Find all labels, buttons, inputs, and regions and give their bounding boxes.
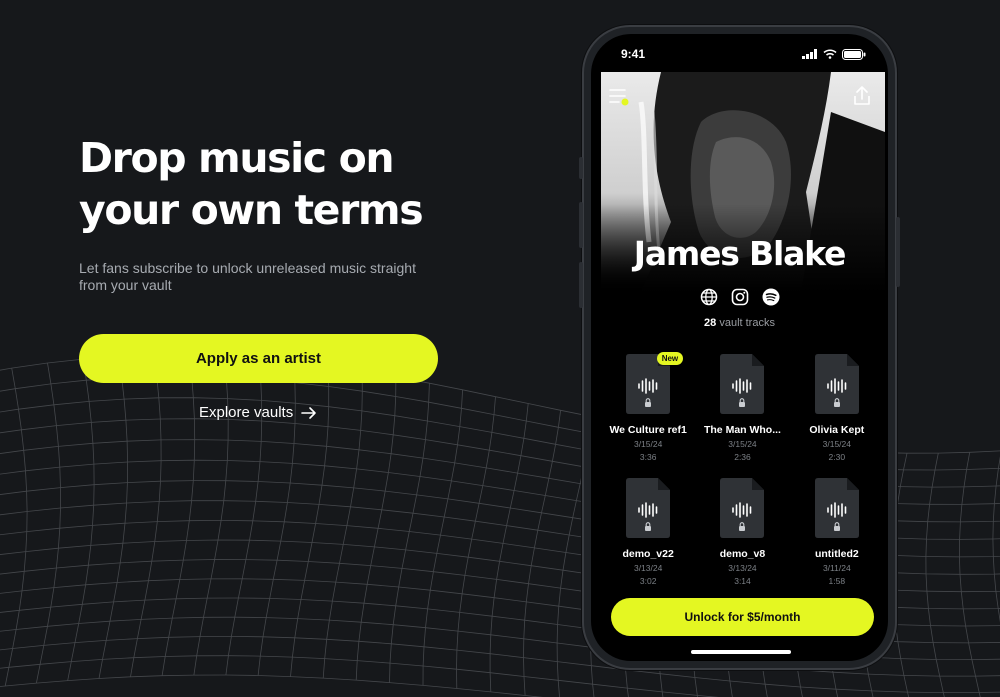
- track-item[interactable]: untitled2 3/11/24 1:58: [790, 478, 884, 586]
- locked-audio-file-icon: [814, 354, 859, 414]
- artist-name: James Blake: [633, 234, 847, 273]
- unlock-subscription-button[interactable]: Unlock for $5/month: [611, 598, 874, 636]
- track-title: Olivia Kept: [809, 424, 865, 436]
- track-date: 3/15/24: [728, 439, 757, 449]
- apply-as-artist-button[interactable]: Apply as an artist: [79, 334, 438, 383]
- globe-icon[interactable]: [700, 288, 718, 306]
- locked-audio-file-icon: New: [626, 352, 684, 414]
- phone-volume-up-button: [579, 202, 583, 248]
- explore-vaults-label: Explore vaults: [199, 404, 294, 421]
- arrow-right-icon: [301, 406, 317, 419]
- signal-icon: [802, 49, 817, 59]
- dynamic-island: [681, 44, 799, 66]
- home-indicator: [691, 650, 791, 654]
- track-item[interactable]: Olivia Kept 3/15/24 2:30: [790, 354, 884, 462]
- social-links: [591, 288, 888, 306]
- phone-power-button: [896, 217, 900, 287]
- track-title: demo_v22: [622, 548, 674, 560]
- instagram-icon[interactable]: [731, 288, 749, 306]
- phone-mockup: 9:41 James Blake 28 vault tracks New We …: [579, 25, 900, 670]
- battery-icon: [842, 48, 866, 60]
- track-duration: 1:58: [828, 576, 846, 586]
- track-title: demo_v8: [719, 548, 766, 560]
- track-date: 3/13/24: [633, 563, 663, 573]
- locked-audio-file-icon: [814, 478, 859, 538]
- track-date: 3/13/24: [728, 563, 757, 573]
- track-date: 3/11/24: [822, 563, 851, 573]
- status-time: 9:41: [621, 47, 646, 61]
- track-duration: 2:30: [828, 452, 846, 462]
- track-count-label: vault tracks: [719, 317, 775, 329]
- track-title: The Man Who...: [703, 424, 781, 436]
- hero-subtitle: Let fans subscribe to unlock unreleased …: [79, 260, 416, 293]
- phone-screen: 9:41 James Blake 28 vault tracks New We …: [591, 34, 888, 661]
- new-badge: New: [656, 352, 684, 365]
- track-title: untitled2: [814, 548, 859, 560]
- track-date: 3/15/24: [822, 439, 852, 449]
- track-item[interactable]: demo_v22 3/13/24 3:02: [601, 478, 695, 586]
- track-item[interactable]: The Man Who... 3/15/24 2:36: [695, 354, 789, 462]
- wifi-icon: [823, 49, 837, 59]
- track-date: 3/15/24: [633, 439, 663, 449]
- track-duration: 2:36: [734, 452, 751, 462]
- menu-icon[interactable]: [609, 88, 631, 106]
- locked-audio-file-icon: [720, 478, 765, 538]
- track-grid: New We Culture ref1 3/15/24 3:36 The Man Who…: [601, 352, 884, 586]
- track-duration: 3:14: [734, 576, 751, 586]
- track-duration: 3:02: [639, 576, 657, 586]
- phone-volume-down-button: [579, 262, 583, 308]
- hero-section: Drop music on your own terms Let fans su…: [79, 132, 499, 294]
- share-icon[interactable]: [853, 86, 871, 106]
- track-count-number: 28: [704, 317, 717, 329]
- explore-vaults-link[interactable]: Explore vaults: [199, 404, 317, 421]
- track-duration: 3:36: [639, 452, 657, 462]
- hero-title: Drop music on your own terms: [79, 134, 424, 234]
- track-title: We Culture ref1: [609, 424, 687, 436]
- spotify-icon[interactable]: [762, 288, 780, 306]
- vault-track-count: 28 vault tracks: [591, 317, 888, 329]
- track-item[interactable]: demo_v8 3/13/24 3:14: [695, 478, 789, 586]
- phone-side-button: [579, 157, 583, 179]
- locked-audio-file-icon: [626, 478, 671, 538]
- locked-audio-file-icon: [720, 354, 765, 414]
- track-item[interactable]: New We Culture ref1 3/15/24 3:36: [601, 352, 695, 462]
